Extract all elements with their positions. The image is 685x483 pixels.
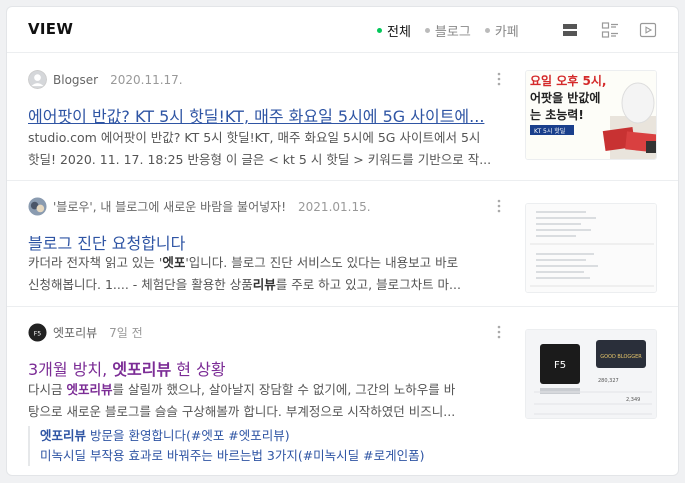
more-options-icon[interactable] [496,324,502,340]
thumbnail-image: F5 GOOD BLOGGER 280,327 2,349 [526,330,656,418]
result-thumbnail[interactable] [525,203,657,293]
more-options-icon[interactable] [496,198,502,214]
blog-name[interactable]: 엣포리뷰 [53,324,97,341]
simple-list-view-icon[interactable] [560,20,580,40]
desc-line: 탕으로 새로운 블로그를 슬슬 구상해볼까 합니다. 부계정으로 시작하였던 비… [28,404,456,419]
tab-cafe-label: 카페 [494,25,519,40]
desc-line: 다시금 엣포리뷰를 살릴까 했으나, 살아날지 장담할 수 없기에, 그간의 노… [28,382,456,397]
result-thumbnail[interactable]: 요일 오후 5시, 어팟을 반값에 는 초능력! KT 5시 핫딜 [525,70,657,160]
thumbnail-image: 요일 오후 5시, 어팟을 반값에 는 초능력! KT 5시 핫딜 [526,71,656,159]
blog-name[interactable]: Blogser [53,73,98,87]
result-description: 다시금 엣포리뷰를 살릴까 했으나, 살아날지 장담할 수 없기에, 그간의 노… [28,379,498,423]
thumb-tile: F5 [554,360,566,371]
result-meta: '블로우', 내 블로그에 새로운 바람을 불어넣자! 2021.01.15. [28,197,371,216]
result-title-link[interactable]: 3개월 방치, 엣포리뷰 현 상황 [28,356,498,380]
result-thumbnail[interactable]: F5 GOOD BLOGGER 280,327 2,349 [525,329,657,419]
post-date: 2020.11.17. [110,72,183,87]
result-title-link[interactable]: 블로그 진단 요청합니다 [28,230,498,254]
view-header: VIEW 전체 블로그 카페 [7,7,678,53]
thumb-badge: KT 5시 핫딜 [534,127,565,135]
avatar[interactable] [28,197,47,216]
thumb-text: 요일 오후 5시, [530,73,606,88]
avatar[interactable] [28,70,47,89]
result-title-link[interactable]: 에어팟이 반값? KT 5시 핫딜!KT, 매주 화요일 5시에 5G 사이트에… [28,103,498,127]
post-date: 7일 전 [109,326,143,340]
blog-name[interactable]: '블로우', 내 블로그에 새로운 바람을 불어넣자! [53,198,286,215]
thumb-text: 어팟을 반값에 [530,90,600,105]
related-posts: 엣포리뷰 방문을 환영합니다(#엣포 #엣포리뷰) 미녹시딜 부작용 효과로 바… [28,426,425,466]
result-item: Blogser 2020.11.17. 에어팟이 반값? KT 5시 핫딜!KT… [7,70,678,170]
avatar[interactable]: F5 [28,323,47,342]
result-item: F5 엣포리뷰 7일 전 3개월 방치, 엣포리뷰 현 상황 다시금 엣포리뷰를… [7,323,678,473]
desc-line: 핫딜! 2020. 11. 17. 18:25 반응형 이 글은 < kt 5 … [28,152,492,167]
thumb-text: 는 초능력! [530,108,584,122]
tab-all-label: 전체 [387,25,411,40]
result-description: 카더라 전자책 읽고 있는 '엣포'입니다. 블로그 진단 서비스도 있다는 내… [28,252,498,296]
result-description: studio.com 에어팟이 반값? KT 5시 핫딜!KT, 매주 화요일 … [28,127,498,171]
divider [7,306,678,307]
active-dot-icon [377,28,382,33]
desc-line: 신청해봅니다. 1.... - 체험단을 활용한 상품리뷰를 주로 하고 있고,… [28,277,461,292]
svg-text:F5: F5 [34,330,42,337]
tab-blog[interactable]: 블로그 [424,21,471,40]
result-meta: Blogser 2020.11.17. [28,70,183,89]
desc-line: studio.com 에어팟이 반값? KT 5시 핫딜!KT, 매주 화요일 … [28,130,481,145]
thumb-label: GOOD BLOGGER [600,354,642,360]
tab-blog-label: 블로그 [434,25,471,40]
desc-line: 카더라 전자책 읽고 있는 '엣포'입니다. 블로그 진단 서비스도 있다는 내… [28,255,459,270]
result-meta: F5 엣포리뷰 7일 전 [28,323,143,342]
dot-icon [424,28,430,33]
video-view-icon[interactable] [638,20,658,40]
thumbnail-image [526,204,656,292]
thumb-stat: 2,349 [626,397,640,403]
post-date: 2021.01.15. [298,199,371,214]
related-post-link[interactable]: 미녹시딜 부작용 효과로 바꿔주는 바르는법 3가지(#미녹시딜 #로게인폼) [40,446,425,466]
tab-all[interactable]: 전체 [377,21,411,40]
related-post-link[interactable]: 엣포리뷰 방문을 환영합니다(#엣포 #엣포리뷰) [40,426,425,446]
result-item: '블로우', 내 블로그에 새로운 바람을 불어넣자! 2021.01.15. … [7,197,678,297]
more-options-icon[interactable] [496,71,502,87]
tab-cafe[interactable]: 카페 [484,21,519,40]
filter-tabs: 전체 블로그 카페 [377,21,519,40]
divider [7,180,678,181]
view-panel: VIEW 전체 블로그 카페 Blogser 2020.11.17. 에어팟이 … [6,6,679,476]
dot-icon [484,28,490,33]
thumbnail-list-view-icon[interactable] [600,20,620,40]
thumb-stat: 280,327 [598,378,619,384]
view-title: VIEW [28,20,74,38]
